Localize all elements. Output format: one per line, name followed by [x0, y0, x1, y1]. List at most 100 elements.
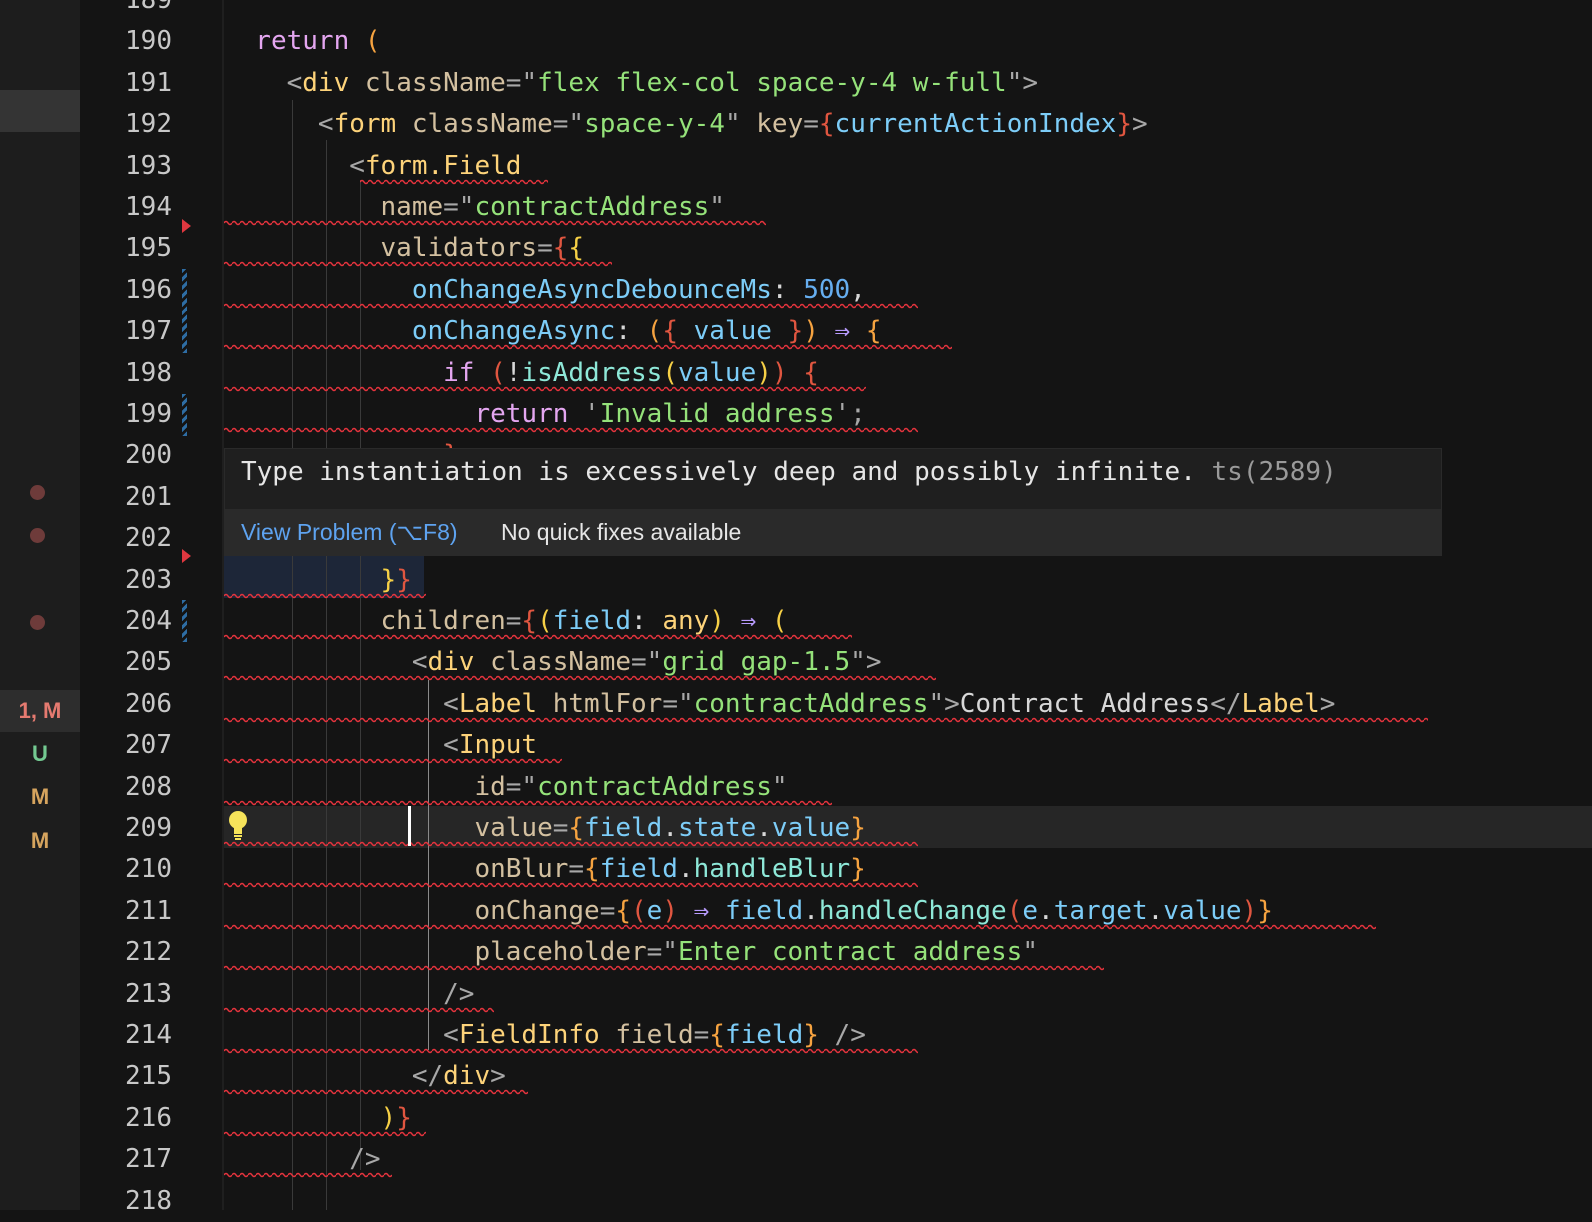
diff-deleted-marker-icon[interactable] — [182, 549, 191, 563]
code-token: isAddress — [521, 357, 663, 388]
code-line: }} — [224, 559, 412, 601]
code-token: space-y-4 — [584, 109, 725, 140]
code-token: = — [568, 854, 585, 885]
code-token: value — [693, 316, 788, 347]
diff-modified-marker[interactable] — [182, 311, 187, 353]
code-token: : — [631, 606, 663, 636]
code-token: children — [224, 606, 506, 636]
code-token: placeholder — [224, 937, 647, 968]
code-line: return 'Invalid address'; — [224, 393, 865, 435]
code-token: FieldInfo — [458, 1020, 616, 1050]
line-number: 202 — [125, 523, 172, 554]
code-token: = — [803, 109, 819, 140]
lightbulb-icon[interactable] — [228, 810, 248, 842]
code-token: =" — [662, 688, 694, 719]
diff-modified-marker[interactable] — [182, 269, 187, 311]
unsaved-dot-icon — [30, 485, 45, 500]
code-line: value={field.state.value} — [224, 807, 866, 849]
code-line: return ( — [224, 20, 380, 62]
git-status-badge: M — [30, 784, 50, 809]
code-token: ( — [1006, 895, 1023, 926]
code-line: id="contractAddress" — [224, 766, 787, 808]
code-token: Label — [1241, 688, 1320, 719]
code-token: handleChange — [818, 895, 1007, 926]
code-token: } — [803, 1020, 835, 1050]
code-token: < — [224, 150, 365, 181]
line-number: 215 — [125, 1061, 172, 1092]
code-line: <Label htmlFor="contractAddress">Contrac… — [224, 683, 1335, 725]
code-token: } — [850, 854, 866, 885]
code-token: Input — [458, 730, 538, 761]
code-token: className — [411, 109, 553, 140]
code-line: validators={{ — [224, 227, 585, 269]
code-token: =" — [552, 109, 585, 140]
code-token: ) — [756, 357, 772, 388]
code-line: <div className="flex flex-col space-y-4 … — [224, 62, 1038, 104]
line-number: 199 — [125, 399, 172, 429]
code-token: value — [771, 813, 851, 843]
line-number: 200 — [125, 440, 172, 471]
code-token: e — [1022, 895, 1039, 926]
line-number: 210 — [125, 854, 172, 885]
code-line: children={(field: any) ⇒ ( — [224, 600, 788, 642]
diff-modified-marker[interactable] — [182, 600, 187, 642]
code-line: <div className="grid gap-1.5"> — [224, 641, 882, 683]
code-token: . — [662, 813, 678, 843]
code-line: onBlur={field.handleBlur} — [224, 848, 866, 890]
code-token: ( — [662, 357, 678, 388]
code-token: =" — [505, 67, 538, 98]
code-token: return — [224, 26, 365, 57]
code-token: . — [1147, 895, 1164, 926]
code-token: =" — [646, 937, 678, 968]
code-token: Label — [458, 688, 553, 719]
code-line: </div> — [224, 1055, 506, 1097]
text-cursor — [408, 806, 411, 846]
code-line: name="contractAddress" — [224, 186, 725, 228]
code-token: ) — [709, 606, 741, 636]
diff-deleted-marker-icon[interactable] — [182, 219, 191, 233]
code-token: < — [224, 730, 459, 761]
explorer-sidebar: 1, MUMM — [0, 0, 80, 1210]
code-token: , — [850, 274, 866, 305]
code-token: if — [224, 357, 491, 388]
code-token: < — [224, 688, 459, 719]
code-token: { — [865, 316, 882, 347]
code-line: onChange={(e) ⇒ field.handleChange(e.tar… — [224, 890, 1272, 932]
code-token: { — [615, 895, 631, 926]
error-hover-widget: Type instantiation is excessively deep a… — [224, 448, 1442, 556]
code-token: Contract Address — [959, 688, 1211, 719]
unsaved-dot-icon — [30, 615, 45, 630]
line-number: 218 — [125, 1185, 172, 1216]
code-token: = — [552, 813, 569, 843]
code-token: /> — [834, 1020, 866, 1050]
code-token: form.Field — [364, 150, 522, 181]
code-token: = — [505, 606, 522, 636]
code-token: onChange — [224, 895, 600, 926]
code-token: = — [537, 233, 553, 264]
code-token: ( — [490, 357, 506, 388]
line-number: 208 — [125, 771, 172, 802]
code-token: =" — [505, 771, 538, 802]
code-token: { — [568, 233, 585, 264]
no-quick-fixes-label: No quick fixes available — [501, 519, 742, 545]
hover-actions-bar: View Problem (⌥F8) No quick fixes availa… — [225, 509, 1441, 555]
explorer-selected-row[interactable] — [0, 90, 80, 132]
code-line: )} — [224, 1097, 412, 1139]
view-problem-link[interactable]: View Problem (⌥F8) — [241, 509, 458, 555]
line-number: 205 — [125, 647, 172, 678]
code-token: } — [850, 813, 866, 843]
code-token: . — [1038, 895, 1054, 926]
code-token: ' — [834, 399, 851, 429]
code-token: contractAddress — [474, 192, 710, 222]
line-number: 191 — [125, 67, 172, 98]
code-token: /> — [224, 1144, 381, 1175]
code-line: /> — [224, 1138, 381, 1180]
code-token: div — [443, 1061, 491, 1092]
code-token: " — [724, 109, 757, 140]
code-token: = — [693, 1020, 710, 1050]
code-token: flex flex-col space-y-4 w-full — [537, 67, 1007, 98]
code-token: currentActionIndex — [834, 109, 1117, 140]
diff-modified-marker[interactable] — [182, 394, 187, 436]
code-token: </ — [224, 1061, 444, 1092]
code-token: ( — [631, 895, 647, 926]
